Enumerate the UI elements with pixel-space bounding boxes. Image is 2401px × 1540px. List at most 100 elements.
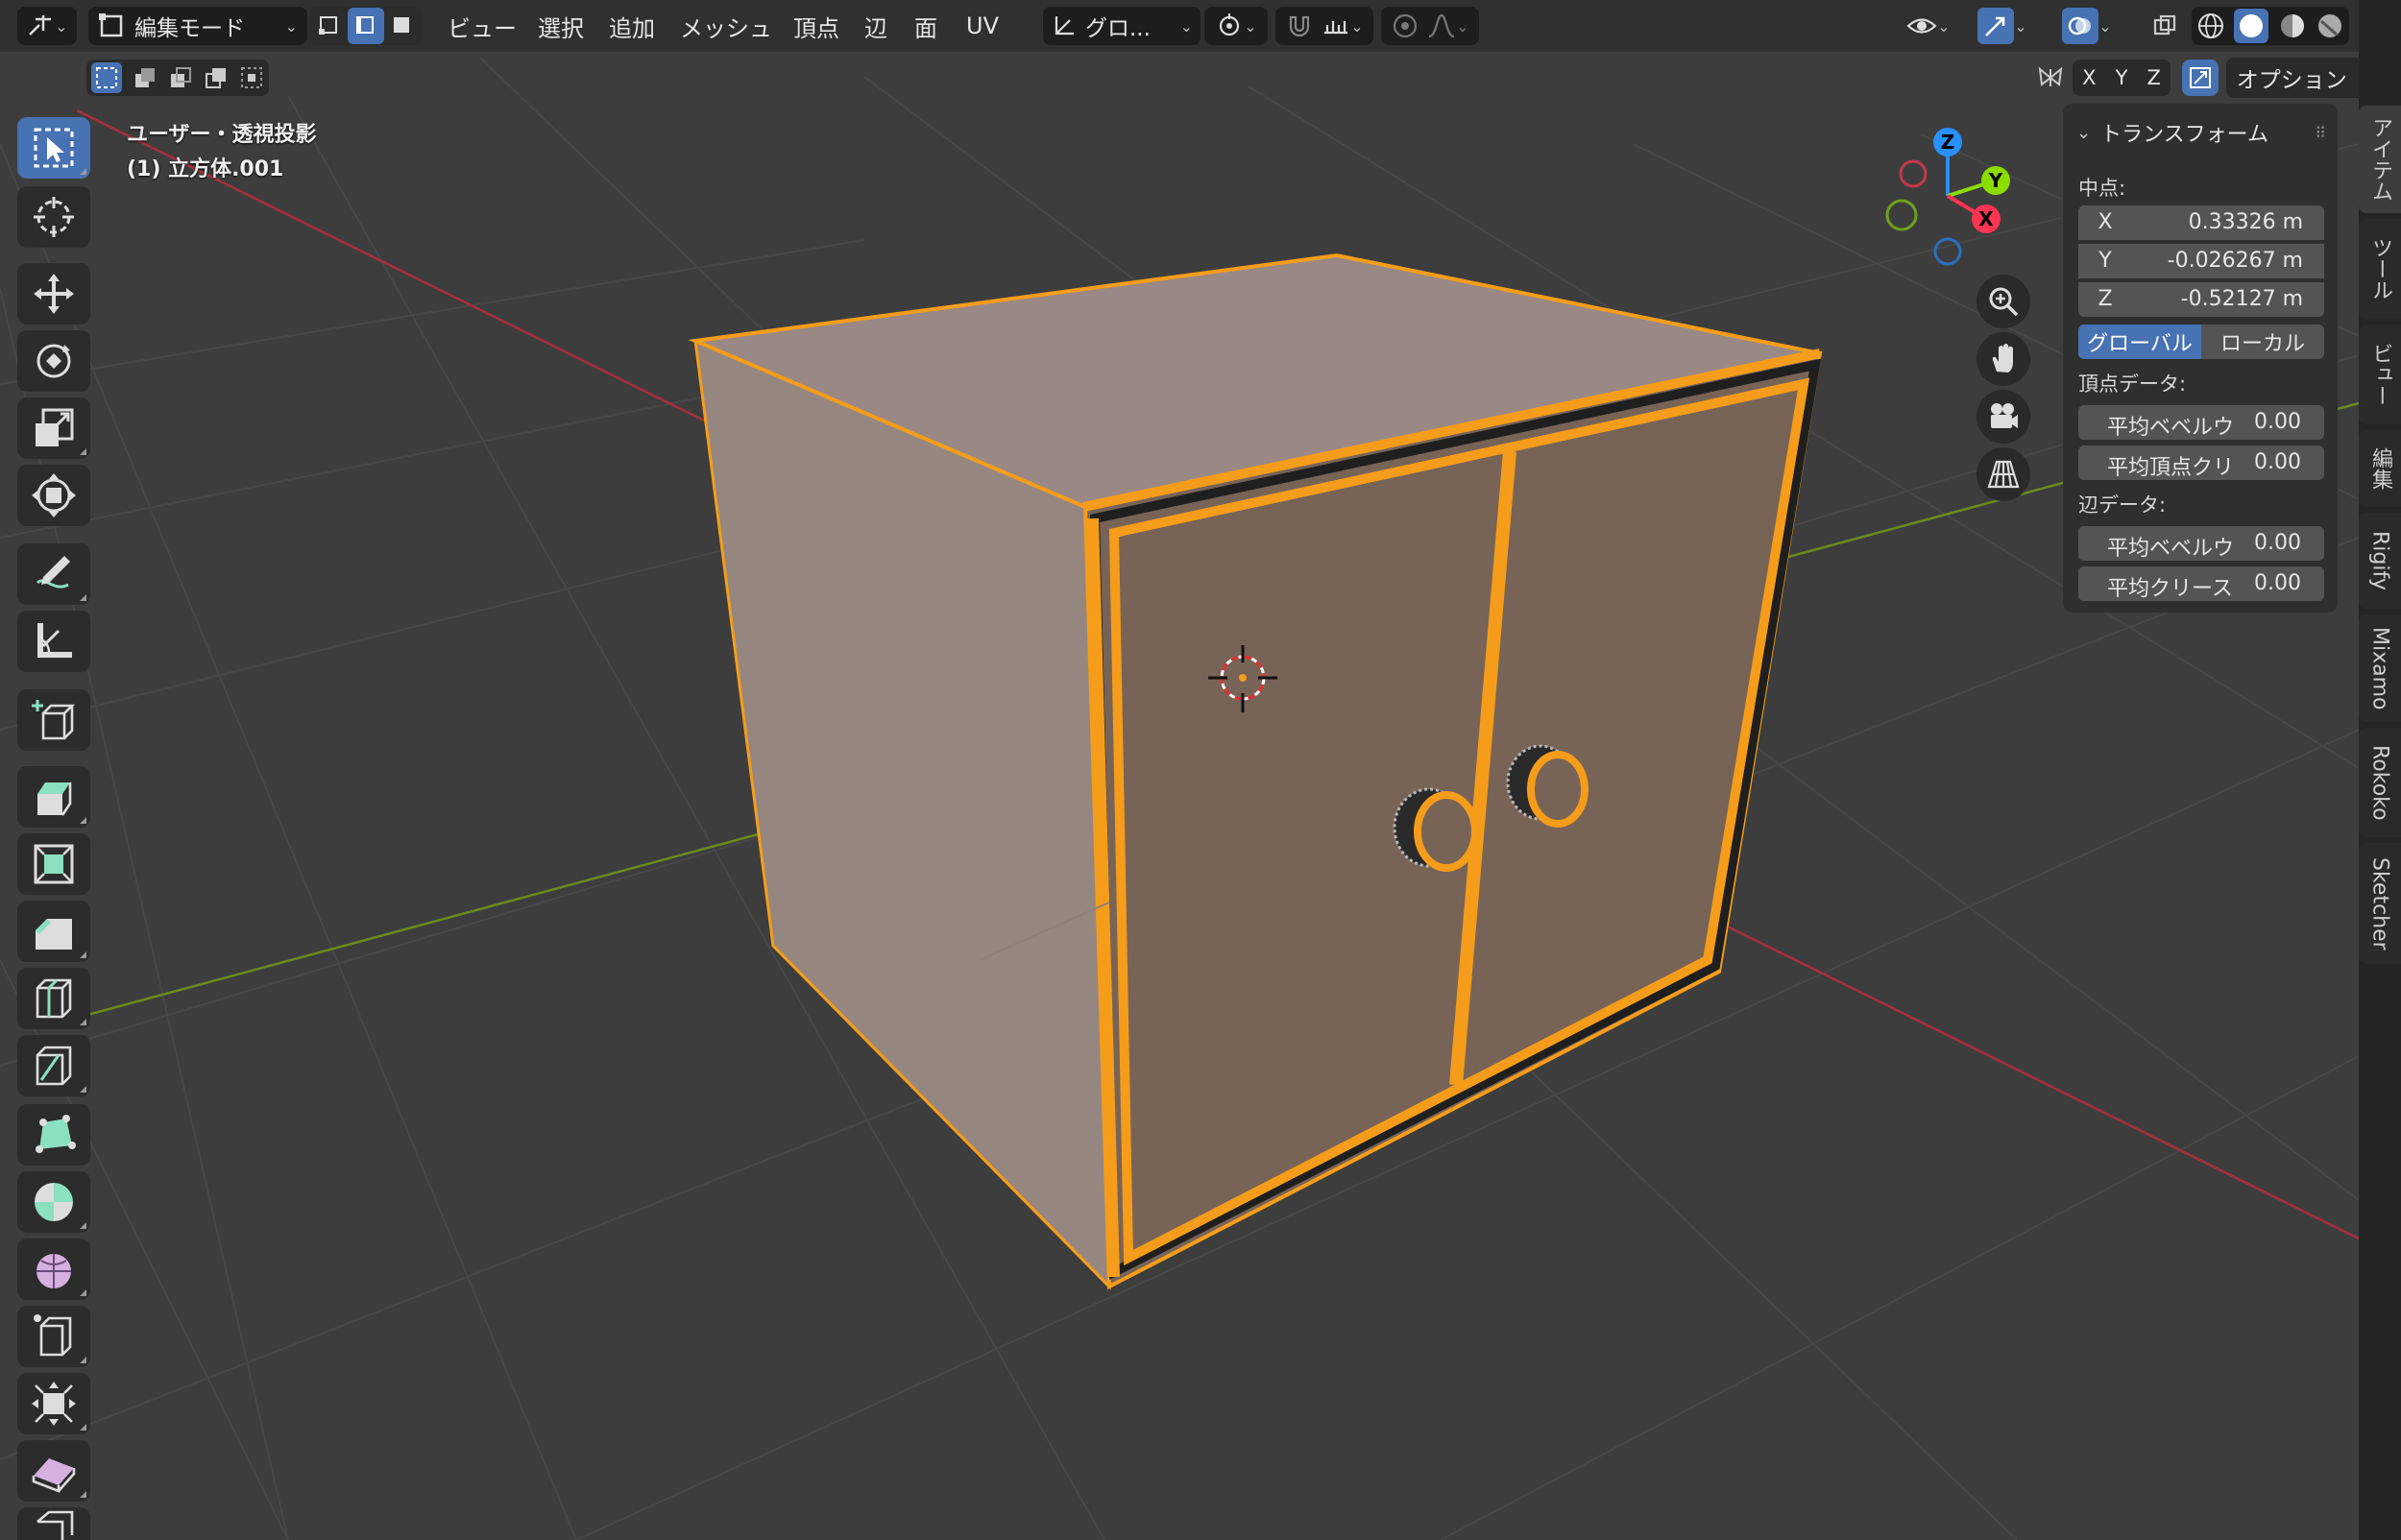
merge-vertices-icon bbox=[2190, 67, 2211, 88]
solid-shading-button[interactable] bbox=[2234, 9, 2269, 43]
menu-add[interactable]: 追加 bbox=[609, 8, 655, 44]
median-x-field[interactable]: X 0.33326 m bbox=[2078, 205, 2324, 240]
tool-knife[interactable] bbox=[17, 1035, 90, 1096]
overlay-toggle-button[interactable] bbox=[2062, 8, 2099, 44]
overlay-circles-icon bbox=[2069, 16, 2092, 36]
tab-mixamo[interactable]: Mixamo bbox=[2359, 614, 2401, 722]
tool-inset[interactable] bbox=[17, 833, 90, 895]
rendered-shading-button[interactable] bbox=[2316, 12, 2344, 40]
menu-mesh[interactable]: メッシュ bbox=[680, 8, 772, 44]
tool-add-cube[interactable] bbox=[17, 689, 90, 751]
tool-shrink-fatten[interactable] bbox=[17, 1373, 90, 1434]
subtract-selection-button[interactable] bbox=[168, 65, 193, 90]
material-shading-button[interactable] bbox=[2278, 12, 2307, 40]
menu-uv[interactable]: UV bbox=[966, 8, 999, 44]
set-selection-button[interactable] bbox=[91, 62, 123, 93]
invert-selection-button[interactable] bbox=[204, 65, 229, 90]
options-dropdown[interactable]: オプション⌄ bbox=[2226, 58, 2380, 98]
tool-rip-region[interactable] bbox=[17, 1507, 90, 1540]
tool-move[interactable] bbox=[17, 263, 90, 325]
solid-sphere-icon bbox=[2240, 14, 2264, 37]
edge-crease-field[interactable]: 平均クリース 0.00 bbox=[2078, 566, 2324, 601]
gizmo-dropdown[interactable]: ⌄ bbox=[2014, 17, 2026, 36]
visibility-dropdown[interactable]: ⌄ bbox=[1898, 7, 1959, 45]
gizmo-x-axis[interactable]: X bbox=[1972, 205, 2001, 233]
tab-rigify[interactable]: Rigify bbox=[2359, 513, 2401, 609]
menu-face[interactable]: 面 bbox=[914, 8, 937, 44]
auto-merge-toggle[interactable] bbox=[2182, 60, 2219, 96]
tab-rokoko[interactable]: Rokoko bbox=[2359, 728, 2401, 837]
zoom-button[interactable] bbox=[1977, 275, 2030, 328]
tool-smooth[interactable] bbox=[17, 1239, 90, 1300]
edge-select-mode-button[interactable] bbox=[348, 8, 384, 44]
gizmo-z-axis[interactable]: Z bbox=[1933, 128, 1962, 156]
local-space-button[interactable]: ローカル bbox=[2201, 325, 2324, 359]
drag-handle-icon[interactable]: ⠿ bbox=[2315, 124, 2326, 142]
tool-select-box[interactable] bbox=[17, 117, 90, 179]
menu-select[interactable]: 選択 bbox=[538, 8, 584, 44]
tool-loop-cut[interactable] bbox=[17, 968, 90, 1029]
projection-toggle-button[interactable] bbox=[1977, 447, 2030, 501]
pivot-point-dropdown[interactable]: ⌄ bbox=[1204, 7, 1268, 45]
overlay-dropdown[interactable]: ⌄ bbox=[2098, 17, 2111, 36]
extend-selection-button[interactable] bbox=[133, 65, 158, 90]
door-knob-right bbox=[1506, 744, 1589, 828]
global-space-button[interactable]: グローバル bbox=[2078, 325, 2201, 359]
gizmo-neg-x[interactable] bbox=[1899, 159, 1928, 188]
tool-rotate[interactable] bbox=[17, 330, 90, 392]
median-z-field[interactable]: Z -0.52127 m bbox=[2078, 282, 2324, 317]
tab-tool[interactable]: ツール bbox=[2359, 219, 2401, 319]
vertex-bevel-weight-field[interactable]: 平均ベベルウ 0.00 bbox=[2078, 405, 2324, 440]
gizmo-y-axis[interactable]: Y bbox=[1981, 166, 2010, 195]
menu-vertex[interactable]: 頂点 bbox=[793, 8, 839, 44]
pan-button[interactable] bbox=[1977, 332, 2030, 386]
snap-target-dropdown[interactable]: ⌄ bbox=[1322, 12, 1364, 40]
tool-measure[interactable] bbox=[17, 611, 90, 672]
vertex-crease-field[interactable]: 平均頂点クリ 0.00 bbox=[2078, 445, 2324, 480]
vertex-select-mode-button[interactable] bbox=[311, 8, 348, 44]
mode-selector[interactable]: 編集モード ⌄ bbox=[88, 7, 307, 45]
camera-view-button[interactable] bbox=[1977, 390, 2030, 444]
edge-bevel-weight-field[interactable]: 平均ベベルウ 0.00 bbox=[2078, 526, 2324, 561]
face-select-mode-button[interactable] bbox=[384, 8, 421, 44]
tool-spin[interactable] bbox=[17, 1171, 90, 1233]
mirror-y-toggle[interactable]: Y bbox=[2116, 66, 2128, 89]
bevel-icon bbox=[36, 919, 72, 950]
gizmo-neg-y[interactable] bbox=[1885, 199, 1918, 231]
tool-bevel[interactable] bbox=[17, 901, 90, 962]
menu-edge[interactable]: 辺 bbox=[864, 8, 887, 44]
tool-edge-slide[interactable] bbox=[17, 1306, 90, 1367]
mirror-x-toggle[interactable]: X bbox=[2082, 66, 2096, 89]
tab-view[interactable]: ビュー bbox=[2359, 325, 2401, 424]
camera-icon bbox=[1991, 403, 2018, 428]
tool-poly-build[interactable] bbox=[17, 1104, 90, 1166]
proportional-edit-toggle[interactable] bbox=[1391, 12, 1419, 40]
tool-extrude[interactable] bbox=[17, 766, 90, 828]
transform-panel-header[interactable]: ⌄ トランスフォーム ⠿ bbox=[2076, 113, 2326, 152]
tool-cursor[interactable] bbox=[17, 186, 90, 248]
snap-toggle[interactable] bbox=[1285, 12, 1314, 40]
median-y-field[interactable]: Y -0.026267 m bbox=[2078, 244, 2324, 278]
gizmo-arrow-icon bbox=[1985, 16, 2005, 36]
gizmo-toggle-button[interactable] bbox=[1977, 8, 2015, 44]
editor-type-button[interactable]: ⌄ bbox=[17, 7, 77, 45]
wireframe-shading-button[interactable] bbox=[2196, 12, 2225, 40]
vertex-bevel-weight-value: 0.00 bbox=[2254, 410, 2301, 434]
falloff-dropdown[interactable]: ⌄ bbox=[1427, 12, 1469, 40]
mirror-z-toggle[interactable]: Z bbox=[2147, 66, 2161, 89]
intersect-selection-button[interactable] bbox=[239, 65, 264, 90]
tab-item[interactable]: アイテム bbox=[2359, 106, 2401, 213]
navigation-gizmo[interactable]: Z Y X bbox=[1871, 119, 2015, 273]
mirror-settings[interactable] bbox=[2034, 60, 2067, 96]
tab-edit[interactable]: 編集 bbox=[2359, 430, 2401, 507]
transform-orientation-dropdown[interactable]: グロ... ⌄ bbox=[1043, 7, 1200, 45]
menu-view[interactable]: ビュー bbox=[448, 8, 517, 44]
tool-transform[interactable] bbox=[17, 465, 90, 526]
tool-annotate[interactable] bbox=[17, 543, 90, 605]
tool-shear[interactable] bbox=[17, 1440, 90, 1502]
tab-sketcher[interactable]: Sketcher bbox=[2359, 843, 2401, 964]
tool-scale[interactable] bbox=[17, 397, 90, 459]
vertex-data-label: 頂点データ: bbox=[2078, 373, 2187, 396]
xray-toggle[interactable] bbox=[2146, 7, 2184, 45]
gizmo-neg-z[interactable] bbox=[1933, 237, 1962, 266]
